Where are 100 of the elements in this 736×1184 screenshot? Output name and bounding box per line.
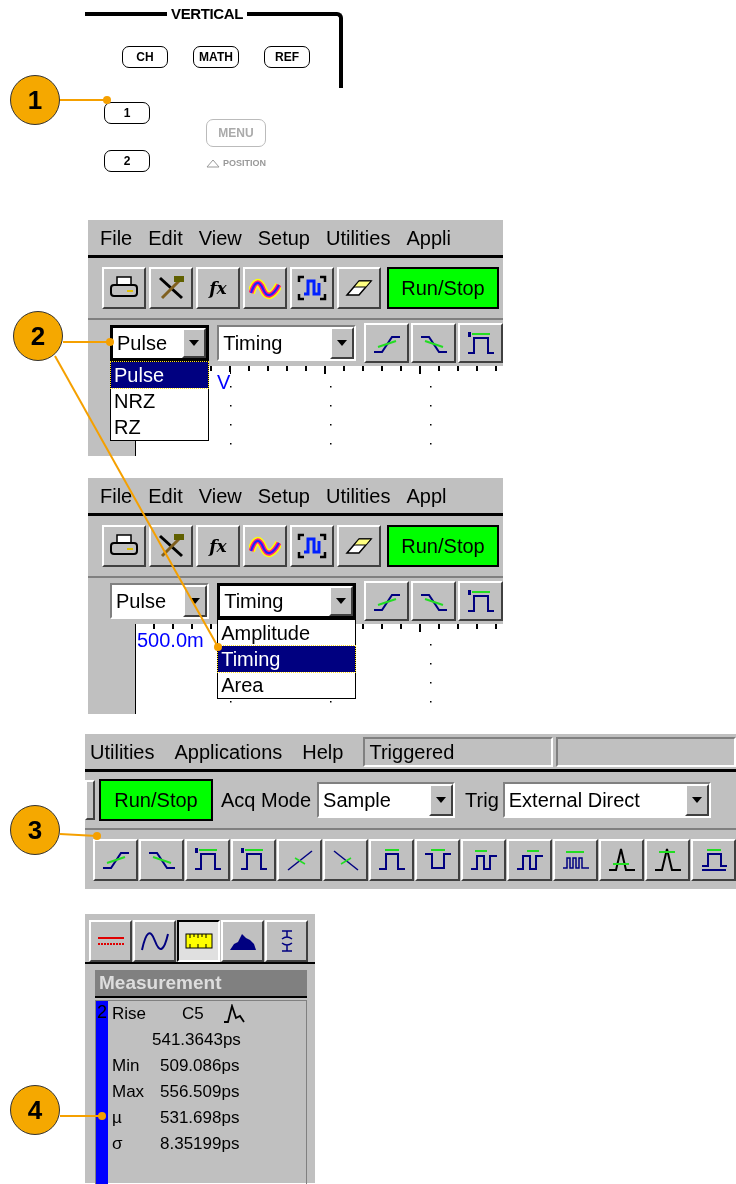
dropdown-field[interactable]: Timing — [217, 583, 356, 619]
measurement-button[interactable] — [458, 581, 503, 621]
measurement-button[interactable] — [461, 838, 506, 881]
function-icon: fx — [209, 537, 227, 555]
stat-label: µ — [112, 1107, 123, 1129]
menu-item[interactable]: Utilities — [90, 736, 155, 767]
caret-icon — [189, 340, 200, 346]
dropdown-button[interactable] — [684, 784, 709, 816]
run-stop-button[interactable]: Run/Stop — [99, 779, 213, 821]
dropdown-button[interactable] — [330, 327, 354, 359]
menu-item[interactable]: Setup — [257, 222, 310, 253]
menu-item[interactable]: Help — [302, 736, 344, 767]
toolbar-button[interactable] — [149, 525, 193, 567]
pulse-width-icon — [465, 329, 496, 357]
toolbar-button[interactable] — [337, 267, 381, 309]
measurement-button[interactable] — [369, 838, 414, 881]
measurement-button[interactable] — [364, 323, 409, 363]
measurement-button[interactable] — [691, 838, 736, 881]
peak-icon — [652, 846, 683, 873]
dropdown-field[interactable]: External Direct — [502, 782, 711, 818]
menu-item[interactable]: Edit — [148, 480, 183, 511]
dropdown-option[interactable]: Area — [218, 672, 355, 698]
menu-item[interactable]: Appli — [406, 222, 451, 253]
measurement-button[interactable] — [599, 838, 644, 881]
caret-icon — [190, 598, 201, 604]
dropdown-option[interactable]: Amplitude — [218, 620, 355, 646]
measurement-button[interactable] — [553, 838, 598, 881]
stat-value: 556.509ps — [160, 1081, 240, 1103]
measurement-button[interactable] — [364, 581, 409, 621]
panel-button[interactable]: REF — [264, 46, 310, 68]
menu-item[interactable]: Utilities — [325, 480, 391, 511]
measurement-button[interactable] — [231, 838, 276, 881]
dropdown-option[interactable]: Pulse — [111, 362, 209, 388]
measurement-button[interactable] — [139, 838, 184, 881]
caret-icon — [691, 797, 702, 803]
menu-item[interactable]: File — [100, 222, 133, 253]
measurement-button[interactable] — [507, 838, 552, 881]
measurement-button[interactable] — [277, 838, 322, 881]
dropdown-field[interactable]: Pulse — [110, 583, 210, 619]
toolbar-button[interactable]: fx — [196, 525, 240, 567]
toolbar-button[interactable] — [102, 525, 146, 567]
stat-value: 509.086ps — [160, 1055, 240, 1077]
menu-item[interactable]: File — [100, 480, 133, 511]
measurement-button[interactable] — [411, 323, 456, 363]
stat-label: σ — [112, 1133, 124, 1155]
menu-item[interactable]: Applications — [174, 736, 283, 767]
source-label: C5 — [182, 1003, 205, 1025]
toolbar-button[interactable] — [243, 525, 287, 567]
menu-item[interactable]: View — [198, 222, 242, 253]
callout-number: 1 — [10, 75, 60, 125]
toolbar-button[interactable]: fx — [196, 267, 240, 309]
tools-icon — [156, 275, 186, 301]
dropdown-option[interactable]: Timing — [218, 646, 355, 672]
sine-wave-icon — [139, 930, 170, 952]
dropdown-field[interactable]: Timing — [217, 325, 356, 361]
toolbar-button[interactable] — [290, 267, 334, 309]
run-stop-button[interactable]: Run/Stop — [387, 525, 499, 567]
menu-item[interactable]: View — [198, 480, 242, 511]
toolbar-button[interactable] — [85, 780, 95, 820]
measurement-button[interactable] — [645, 838, 690, 881]
toolbar-button[interactable] — [337, 525, 381, 567]
dropdown-option[interactable]: NRZ — [111, 388, 209, 414]
panel-button[interactable]: CH — [122, 46, 168, 68]
panel-tab[interactable] — [177, 920, 220, 962]
ruler-icon — [183, 930, 214, 952]
square-wave-icon — [297, 533, 327, 559]
menu-item[interactable]: Appl — [406, 480, 447, 511]
measurement-button[interactable] — [411, 581, 456, 621]
toolbar-button[interactable] — [243, 267, 287, 309]
dropdown-field[interactable]: Pulse — [110, 325, 210, 361]
pulse-icon — [376, 846, 407, 873]
panel-button[interactable]: 2 — [104, 150, 150, 172]
scale-label: V — [217, 372, 231, 392]
menu-item[interactable]: Utilities — [325, 222, 391, 253]
toolbar-button[interactable] — [149, 267, 193, 309]
panel-button[interactable]: MATH — [193, 46, 239, 68]
caret-icon — [436, 797, 447, 803]
pulse-shape-icon — [222, 1004, 246, 1024]
dropdown-button[interactable] — [329, 586, 353, 616]
status-field: Triggered — [363, 736, 554, 767]
run-stop-button[interactable]: Run/Stop — [387, 267, 499, 309]
measurement-button[interactable] — [323, 838, 368, 881]
dropdown-option[interactable]: RZ — [111, 414, 209, 440]
menu-item[interactable]: Edit — [148, 222, 183, 253]
dropdown-button[interactable] — [183, 585, 208, 617]
dropdown-button[interactable] — [429, 784, 454, 816]
measurement-button[interactable] — [93, 838, 138, 881]
measurement-button[interactable] — [415, 838, 460, 881]
toolbar-button[interactable] — [290, 525, 334, 567]
menu-item[interactable]: Setup — [257, 480, 310, 511]
dropdown-button[interactable] — [182, 328, 207, 358]
stat-value: 8.35199ps — [160, 1133, 240, 1155]
measurement-button[interactable] — [185, 838, 230, 881]
pulse-width-icon — [238, 846, 269, 873]
toolbar-button[interactable] — [102, 267, 146, 309]
pulse-width-icon — [192, 846, 223, 873]
measurement-button[interactable] — [458, 323, 503, 363]
leader-line — [62, 338, 114, 346]
dropdown-field[interactable]: Sample — [317, 782, 456, 818]
position-label: POSITION — [223, 157, 266, 170]
